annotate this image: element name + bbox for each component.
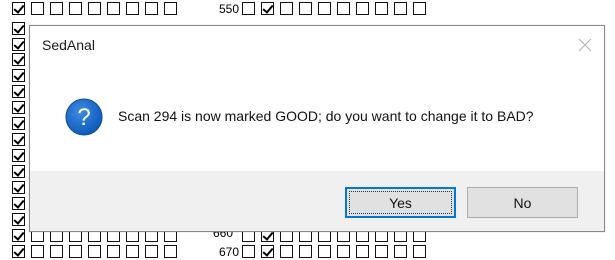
message-dialog: SedAnal ? Scan 294 is now marked GOOD; d… xyxy=(29,25,605,232)
grid-checkbox[interactable] xyxy=(164,2,177,15)
yes-button-label: Yes xyxy=(389,194,412,211)
grid-checkbox[interactable] xyxy=(12,229,25,242)
grid-checkbox[interactable] xyxy=(299,2,312,15)
grid-checkbox[interactable] xyxy=(394,245,407,258)
row-number: 550 xyxy=(218,2,239,16)
grid-row: 550 xyxy=(0,2,615,18)
dialog-message: Scan 294 is now marked GOOD; do you want… xyxy=(118,108,534,124)
grid-checkbox[interactable] xyxy=(12,197,25,210)
grid-checkbox[interactable] xyxy=(413,245,426,258)
dialog-title: SedAnal xyxy=(42,37,95,53)
grid-row: 670 xyxy=(0,245,615,260)
grid-checkbox[interactable] xyxy=(356,245,369,258)
grid-checkbox[interactable] xyxy=(12,22,25,35)
dialog-titlebar[interactable]: SedAnal xyxy=(30,26,604,65)
grid-checkbox[interactable] xyxy=(261,2,274,15)
yes-button[interactable]: Yes xyxy=(345,187,456,218)
grid-checkbox[interactable] xyxy=(375,245,388,258)
grid-checkbox[interactable] xyxy=(50,2,63,15)
grid-checkbox[interactable] xyxy=(69,245,82,258)
grid-checkbox[interactable] xyxy=(299,245,312,258)
grid-checkbox[interactable] xyxy=(394,2,407,15)
grid-checkbox[interactable] xyxy=(31,245,44,258)
grid-checkbox[interactable] xyxy=(280,2,293,15)
grid-checkbox[interactable] xyxy=(12,2,25,15)
grid-checkbox[interactable] xyxy=(69,2,82,15)
grid-checkbox[interactable] xyxy=(12,149,25,162)
grid-checkbox[interactable] xyxy=(145,245,158,258)
grid-checkbox[interactable] xyxy=(375,2,388,15)
grid-checkbox[interactable] xyxy=(12,53,25,66)
question-icon: ? xyxy=(65,98,103,136)
grid-checkbox[interactable] xyxy=(50,245,63,258)
grid-checkbox[interactable] xyxy=(12,133,25,146)
grid-checkbox[interactable] xyxy=(12,181,25,194)
grid-checkbox[interactable] xyxy=(126,2,139,15)
grid-checkbox[interactable] xyxy=(356,2,369,15)
grid-checkbox[interactable] xyxy=(12,213,25,226)
grid-checkbox[interactable] xyxy=(261,245,274,258)
grid-checkbox[interactable] xyxy=(12,69,25,82)
grid-checkbox[interactable] xyxy=(12,117,25,130)
row-number: 660 xyxy=(213,232,234,240)
grid-checkbox[interactable] xyxy=(107,2,120,15)
grid-checkbox[interactable] xyxy=(145,2,158,15)
grid-checkbox[interactable] xyxy=(88,245,101,258)
grid-checkbox[interactable] xyxy=(31,2,44,15)
grid-checkbox[interactable] xyxy=(12,85,25,98)
dialog-body: ? Scan 294 is now marked GOOD; do you wa… xyxy=(30,65,604,171)
grid-checkbox[interactable] xyxy=(337,245,350,258)
grid-checkbox[interactable] xyxy=(413,2,426,15)
svg-text:?: ? xyxy=(77,104,90,131)
grid-checkbox[interactable] xyxy=(280,245,293,258)
app-window: 550 660 670 SedAnal ? Scan 294 is now ma… xyxy=(0,0,615,260)
grid-checkbox[interactable] xyxy=(107,245,120,258)
grid-checkbox[interactable] xyxy=(88,2,101,15)
grid-checkbox[interactable] xyxy=(126,245,139,258)
grid-checkbox[interactable] xyxy=(242,245,255,258)
no-button-label: No xyxy=(513,194,532,211)
grid-checkbox[interactable] xyxy=(12,38,25,51)
grid-checkbox[interactable] xyxy=(164,245,177,258)
no-button[interactable]: No xyxy=(467,187,578,218)
grid-checkbox[interactable] xyxy=(12,101,25,114)
grid-checkbox[interactable] xyxy=(12,165,25,178)
close-icon[interactable] xyxy=(570,30,600,60)
grid-checkbox[interactable] xyxy=(12,245,25,258)
grid-checkbox[interactable] xyxy=(318,245,331,258)
grid-checkbox[interactable] xyxy=(242,2,255,15)
row-number: 670 xyxy=(218,245,239,259)
grid-checkbox[interactable] xyxy=(318,2,331,15)
grid-checkbox[interactable] xyxy=(337,2,350,15)
